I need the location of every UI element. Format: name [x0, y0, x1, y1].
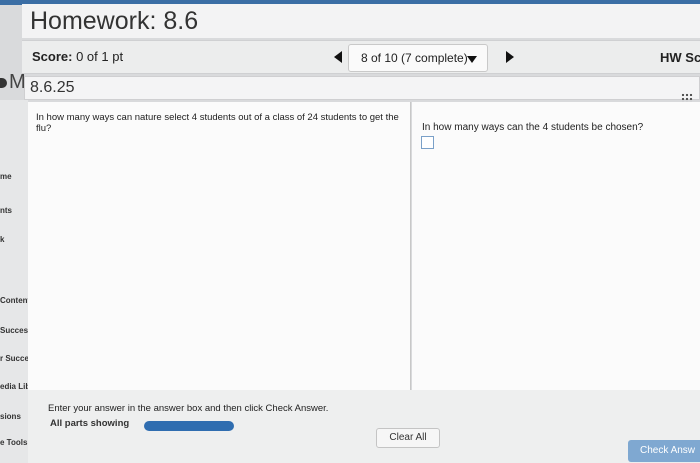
- sidebar-item-assignments[interactable]: me: [0, 172, 12, 181]
- sidebar-item-tools[interactable]: e Tools: [0, 438, 27, 447]
- question-text: In how many ways can nature select 4 stu…: [36, 112, 399, 134]
- page-title: Homework: 8.6: [30, 7, 199, 35]
- answer-panel: In how many ways can the 4 students be c…: [412, 102, 700, 390]
- previous-question-icon[interactable]: [334, 51, 342, 63]
- sidebar-item-media-library[interactable]: edia Libra: [0, 382, 28, 391]
- sidebar-item-tools-label: e Tools: [0, 438, 28, 447]
- sidebar: me nts k Content Success r Success edia …: [0, 100, 28, 463]
- sidebar-item-gradebook[interactable]: k: [0, 235, 4, 244]
- left-fragment: M: [0, 71, 26, 93]
- sidebar-item-success[interactable]: Success: [0, 326, 28, 335]
- question-id-bar: 8.6.25: [24, 76, 700, 105]
- progress-bar: [144, 421, 234, 431]
- score-label: Score: 0 of 1 pt: [32, 49, 123, 64]
- next-question-icon[interactable]: [506, 51, 514, 63]
- sidebar-item-content[interactable]: Content: [0, 296, 28, 305]
- score-value: 0 of 1 pt: [76, 49, 124, 64]
- clear-all-button[interactable]: Clear All: [376, 428, 440, 448]
- title-bar: Homework: 8.6: [22, 4, 700, 38]
- sidebar-toggle-icon[interactable]: [0, 78, 7, 88]
- answer-input[interactable]: [421, 136, 434, 149]
- answer-prompt: In how many ways can the 4 students be c…: [422, 122, 644, 133]
- footer-bar: Enter your answer in the answer box and …: [28, 390, 700, 463]
- instruction-text: Enter your answer in the answer box and …: [48, 403, 329, 414]
- question-id: 8.6.25: [30, 79, 75, 96]
- check-answer-button[interactable]: Check Answ: [628, 440, 700, 462]
- sidebar-item-more-success[interactable]: r Success: [0, 354, 28, 363]
- hw-score-label: HW Sc: [660, 50, 700, 65]
- chevron-down-icon: [467, 56, 477, 63]
- question-selector[interactable]: 8 of 10 (7 complete): [348, 44, 488, 72]
- parts-status: All parts showing: [50, 418, 130, 429]
- question-status: 8 of 10 (7 complete): [361, 51, 468, 65]
- score-title: Score:: [32, 49, 73, 64]
- score-bar: Score: 0 of 1 pt 8 of 10 (7 complete) HW…: [22, 40, 700, 74]
- sidebar-item-study-plan[interactable]: nts: [0, 206, 12, 215]
- question-panel: In how many ways can nature select 4 stu…: [28, 102, 411, 390]
- sidebar-item-discussions[interactable]: sions: [0, 412, 21, 421]
